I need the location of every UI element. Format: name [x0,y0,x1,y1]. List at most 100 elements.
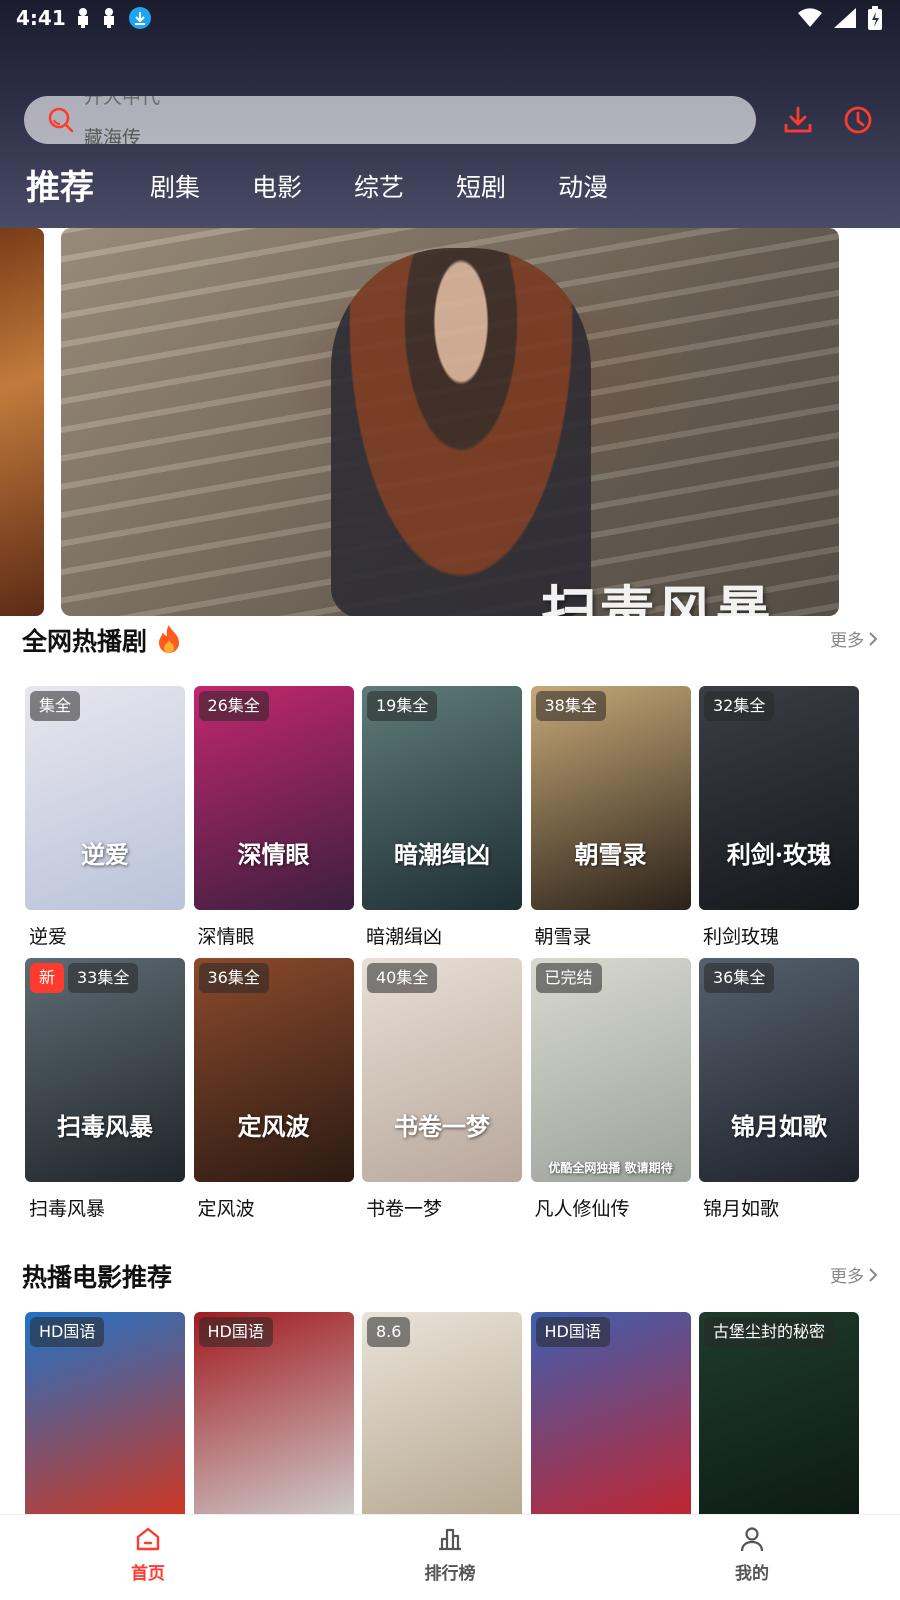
series-card[interactable]: 锦月如歌 36集全锦月如歌 [699,958,859,1221]
series-card[interactable]: 深情眼 26集全深情眼 [193,686,354,949]
status-time: 4:41 [16,6,66,30]
episode-badge: 32集全 [704,691,775,721]
banner-image [331,248,591,616]
series-poster: 优酷全网独播 敬请期待 已完结 [530,958,691,1182]
episode-badge: 已完结 [535,963,602,993]
tab-anime[interactable]: 动漫 [558,166,608,210]
series-title: 书卷一梦 [366,1198,443,1220]
search-input[interactable]: 开大中代 藏海传 [24,96,756,144]
series-card[interactable]: 朝雪录 38集全朝雪录 [530,686,691,949]
tab-short-drama[interactable]: 短剧 [456,166,506,210]
episode-badge: 集全 [30,691,81,721]
category-tabs: 推荐 剧集 电影 综艺 短剧 动漫 [26,166,660,210]
series-poster: 暗潮缉凶 19集全 [362,686,522,910]
banner-title: 扫毒风暴 [541,580,773,616]
series-card[interactable]: 逆爱 集全逆爱 [25,686,185,949]
series-card[interactable]: 利剑·玫瑰 32集全利剑玫瑰 [699,686,859,949]
series-title: 朝雪录 [534,926,592,948]
status-bar: 4:41 [0,0,900,36]
nav-home-label: 首页 [131,1564,165,1584]
episode-badge: 36集全 [198,963,269,993]
movie-poster: HD国语 [25,1312,185,1522]
nav-home[interactable]: 首页 [88,1525,208,1584]
series-card[interactable]: 扫毒风暴 新 33集全扫毒风暴 [25,958,185,1221]
fire-icon [159,625,179,653]
tab-movies[interactable]: 电影 [252,166,302,210]
movie-card[interactable]: 古堡尘封的秘密 [699,1312,859,1522]
poster-title-art: 扫毒风暴 [57,1112,153,1141]
series-poster: 深情眼 26集全 [193,686,354,910]
episode-badge: 19集全 [367,691,438,721]
chevron-right-icon [869,631,878,646]
movie-poster: HD国语 [193,1312,354,1522]
new-badge: 新 [30,963,64,993]
series-title: 利剑玫瑰 [703,926,780,948]
series-title: 锦月如歌 [703,1198,780,1220]
series-poster: 利剑·玫瑰 32集全 [699,686,859,910]
poster-title-art: 暗潮缉凶 [394,840,490,869]
poster-title-art: 逆爱 [81,840,129,869]
series-card[interactable]: 定风波 36集全定风波 [193,958,354,1221]
movie-card[interactable]: HD国语 [530,1312,691,1522]
banner-slide[interactable]: 扫毒风暴 [61,228,839,616]
bottom-navigation: 首页 排行榜 我的 [0,1514,900,1600]
section-title: 热播电影推荐 [22,1263,173,1292]
movie-badge: HD国语 [535,1317,610,1347]
movie-card[interactable]: HD国语 [193,1312,354,1522]
tab-variety[interactable]: 综艺 [354,166,404,210]
nav-profile[interactable]: 我的 [692,1525,812,1584]
episode-badge: 26集全 [198,691,269,721]
wifi-icon [798,8,822,27]
episode-badge: 36集全 [704,963,775,993]
home-icon [136,1527,160,1551]
notification-icon [78,8,88,28]
series-title: 深情眼 [197,926,255,948]
movie-poster: HD国语 [530,1312,691,1522]
search-placeholder: 藏海传 [84,127,142,144]
poster-title-art: 定风波 [237,1112,310,1141]
series-poster: 扫毒风暴 新 33集全 [25,958,185,1182]
history-icon[interactable] [842,104,874,136]
nav-profile-label: 我的 [735,1564,769,1584]
section-title: 全网热播剧 [22,627,148,656]
episode-badge: 38集全 [535,691,606,721]
episode-badge: 40集全 [367,963,438,993]
user-icon [740,1527,764,1552]
notification-icon [104,8,114,28]
movie-card[interactable]: HD国语 [25,1312,185,1522]
episode-badge: 33集全 [68,963,139,993]
chevron-right-icon [869,1267,878,1282]
movie-poster: 古堡尘封的秘密 [699,1312,859,1522]
poster-title-art: 利剑·玫瑰 [726,840,832,869]
search-row: 开大中代 藏海传 [24,96,876,144]
series-title: 扫毒风暴 [29,1198,106,1220]
hot-series-header: 全网热播剧 更多 [22,622,878,662]
tab-recommended[interactable]: 推荐 [26,166,94,210]
ranking-icon [439,1528,461,1551]
series-card[interactable]: 优酷全网独播 敬请期待 已完结 凡人修仙传 [530,958,691,1221]
signal-icon [834,8,856,28]
series-title: 定风波 [197,1198,255,1220]
movie-poster: 8.6 [362,1312,522,1522]
series-poster: 朝雪录 38集全 [530,686,691,910]
search-icon [48,107,74,133]
tab-series[interactable]: 剧集 [150,166,200,210]
hot-movies-more-link[interactable]: 更多 [830,1262,878,1287]
poster-title-art: 朝雪录 [574,840,647,869]
hot-series-grid: 逆爱 集全 逆爱 深情眼 26集全 深情眼 暗潮缉凶 19集全 暗潮缉凶 朝雪录 38集全 朝雪录 利剑… [25,686,875,1226]
banner-previous-slide[interactable] [0,228,44,616]
series-poster: 书卷一梦 40集全 [362,958,522,1182]
hot-series-more-link[interactable]: 更多 [830,626,878,651]
hot-movies-header: 热播电影推荐 更多 [22,1258,878,1298]
series-card[interactable]: 暗潮缉凶 19集全 暗潮缉凶 [362,686,522,949]
movie-card[interactable]: 8.6 [362,1312,522,1522]
poster-title-art: 锦月如歌 [731,1112,827,1141]
movie-badge: 古堡尘封的秘密 [704,1317,835,1347]
download-icon[interactable] [782,104,814,136]
hot-movies-grid: HD国语 HD国语 8.6 HD国语 古堡尘封的秘密 [25,1312,875,1522]
series-poster: 逆爱 集全 [25,686,185,910]
nav-ranking[interactable]: 排行榜 [390,1525,510,1584]
series-title: 逆爱 [29,926,68,948]
series-poster: 锦月如歌 36集全 [699,958,859,1182]
series-card[interactable]: 书卷一梦 40集全书卷一梦 [362,958,522,1221]
